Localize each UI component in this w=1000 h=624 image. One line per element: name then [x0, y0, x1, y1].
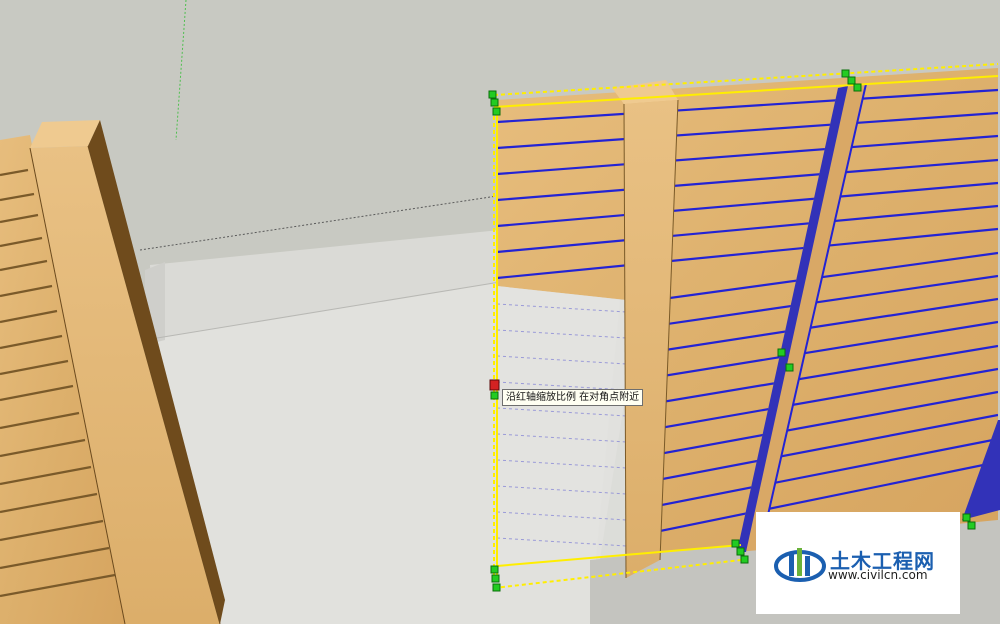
active-scale-grip[interactable] [489, 379, 500, 391]
scale-tooltip: 沿红轴缩放比例 在对角点附近 [502, 389, 644, 406]
selected-fence-panel[interactable] [496, 68, 1000, 579]
civilcn-logo-icon [774, 548, 826, 582]
watermark-card: 土木工程网 www.civilcn.com [756, 512, 960, 614]
watermark-url: www.civilcn.com [828, 568, 928, 582]
